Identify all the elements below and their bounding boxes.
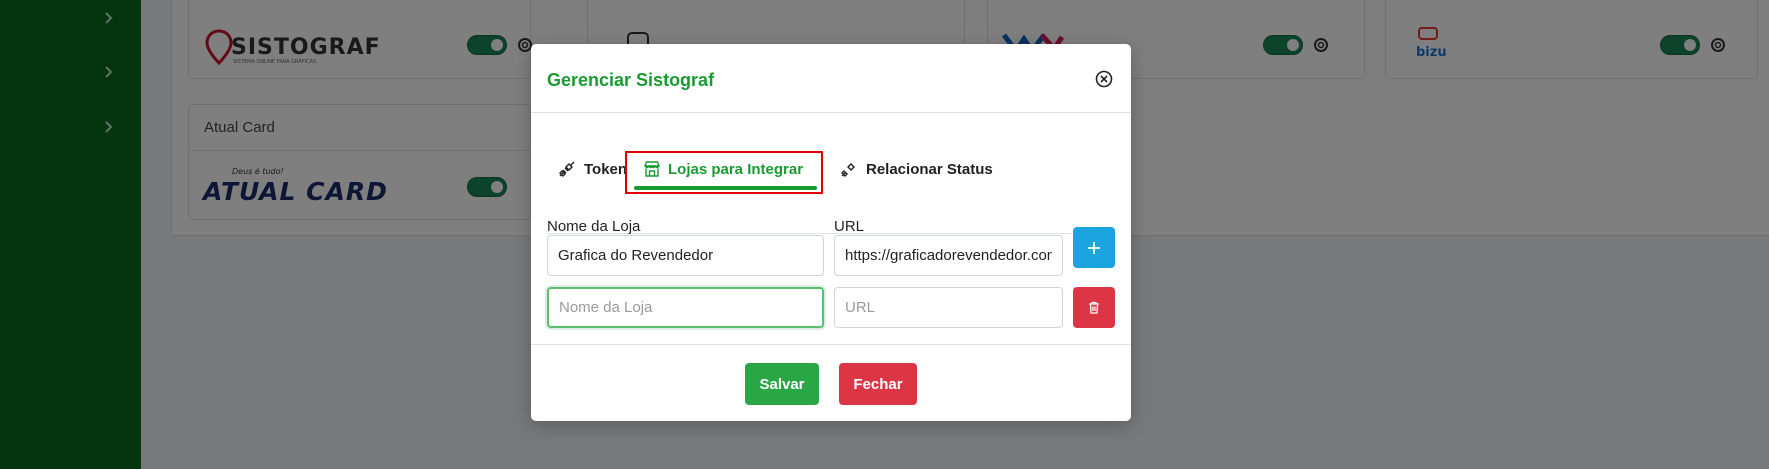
store-name-input[interactable] xyxy=(547,235,824,276)
trash-icon xyxy=(1089,301,1099,314)
plug-icon xyxy=(841,163,855,177)
tab-label: Relacionar Status xyxy=(866,160,993,178)
tab-token[interactable]: Token xyxy=(557,145,627,193)
store-name-input[interactable] xyxy=(547,287,824,328)
add-store-button[interactable] xyxy=(1073,227,1115,268)
store-name-label: Nome da Loja xyxy=(547,218,641,235)
plus-icon xyxy=(1088,241,1100,254)
url-input[interactable] xyxy=(834,287,1063,328)
delete-store-button[interactable] xyxy=(1073,287,1115,328)
tab-relacionar-status[interactable]: Relacionar Status xyxy=(839,145,993,193)
highlight-box xyxy=(625,151,823,194)
save-button[interactable]: Salvar xyxy=(745,363,819,405)
plug-icon xyxy=(559,161,575,177)
url-input[interactable] xyxy=(834,235,1063,276)
url-label: URL xyxy=(834,218,865,235)
modal-header: Gerenciar Sistograf xyxy=(531,44,1131,113)
close-button[interactable]: Fechar xyxy=(839,363,917,405)
modal-title: Gerenciar Sistograf xyxy=(547,70,715,90)
tab-label: Token xyxy=(584,160,628,178)
modal-footer-divider xyxy=(531,344,1131,345)
close-icon[interactable] xyxy=(1094,69,1114,89)
manage-integration-modal: Gerenciar Sistograf Token Lojas para Int… xyxy=(531,44,1131,421)
